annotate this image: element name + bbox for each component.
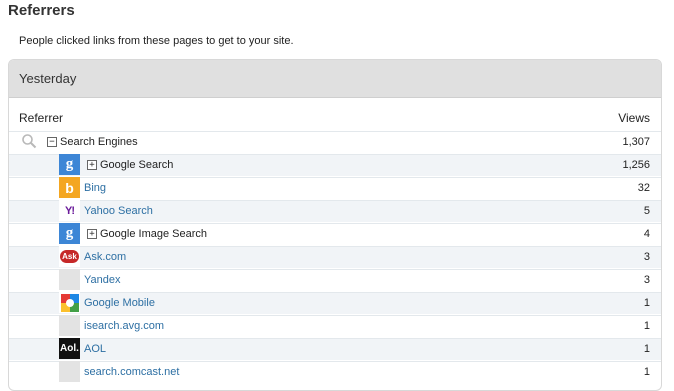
- aol-icon: Aol.: [59, 338, 80, 359]
- row-views: 1,307: [622, 136, 650, 148]
- row-label[interactable]: Google Search: [100, 159, 173, 171]
- row-views: 32: [637, 182, 650, 194]
- google-mobile-icon: [59, 292, 80, 313]
- row-views: 3: [643, 251, 650, 263]
- table-row: − Search Engines 1,307: [9, 131, 661, 153]
- yahoo-icon: Y!: [59, 200, 80, 221]
- row-link[interactable]: Google Mobile: [84, 297, 155, 309]
- bing-icon: b: [59, 177, 80, 198]
- google-icon: g: [59, 154, 80, 175]
- row-link[interactable]: Bing: [84, 182, 106, 194]
- row-link[interactable]: AOL: [84, 343, 106, 355]
- row-link[interactable]: isearch.avg.com: [84, 320, 164, 332]
- ask-logo-text: Ask: [60, 250, 79, 263]
- row-link[interactable]: Yahoo Search: [84, 205, 153, 217]
- search-icon: [22, 134, 37, 149]
- table-row: search.comcast.net 1: [9, 361, 661, 383]
- referrers-panel: Yesterday Referrer Views − Search Engine…: [8, 59, 662, 391]
- expand-toggle[interactable]: +: [87, 229, 97, 239]
- collapse-toggle[interactable]: −: [47, 137, 57, 147]
- ask-icon: Ask: [59, 246, 80, 267]
- table-row: g + Google Image Search 4: [9, 223, 661, 245]
- period-title: Yesterday: [19, 71, 77, 86]
- page-description: People clicked links from these pages to…: [19, 35, 294, 47]
- views-column-header: Views: [618, 111, 650, 125]
- row-views: 5: [643, 205, 650, 217]
- referrer-column-header: Referrer: [19, 111, 64, 125]
- row-views: 1: [643, 366, 650, 378]
- table-row: Y! Yahoo Search 5: [9, 200, 661, 222]
- panel-header: Yesterday: [9, 60, 661, 98]
- blank-icon: [59, 315, 80, 336]
- row-label[interactable]: Google Image Search: [100, 228, 207, 240]
- table-row: Yandex 3: [9, 269, 661, 291]
- row-link[interactable]: Yandex: [84, 274, 121, 286]
- row-views: 1: [643, 320, 650, 332]
- row-views: 3: [643, 274, 650, 286]
- row-views: 1: [643, 297, 650, 309]
- row-link[interactable]: search.comcast.net: [84, 366, 179, 378]
- row-views: 4: [643, 228, 650, 240]
- table-row: b Bing 32: [9, 177, 661, 199]
- expand-toggle[interactable]: +: [87, 160, 97, 170]
- table-row: g + Google Search 1,256: [9, 154, 661, 176]
- row-link[interactable]: Ask.com: [84, 251, 126, 263]
- table-row: Ask Ask.com 3: [9, 246, 661, 268]
- row-label[interactable]: Search Engines: [60, 136, 138, 148]
- row-views: 1,256: [622, 159, 650, 171]
- table-row: isearch.avg.com 1: [9, 315, 661, 337]
- table-row: Google Mobile 1: [9, 292, 661, 314]
- referrer-list: − Search Engines 1,307 g + Google Search…: [9, 131, 661, 384]
- google-icon: g: [59, 223, 80, 244]
- blank-icon: [59, 361, 80, 382]
- table-row: Aol. AOL 1: [9, 338, 661, 360]
- row-views: 1: [643, 343, 650, 355]
- blank-icon: [59, 269, 80, 290]
- page-title: Referrers: [8, 2, 75, 19]
